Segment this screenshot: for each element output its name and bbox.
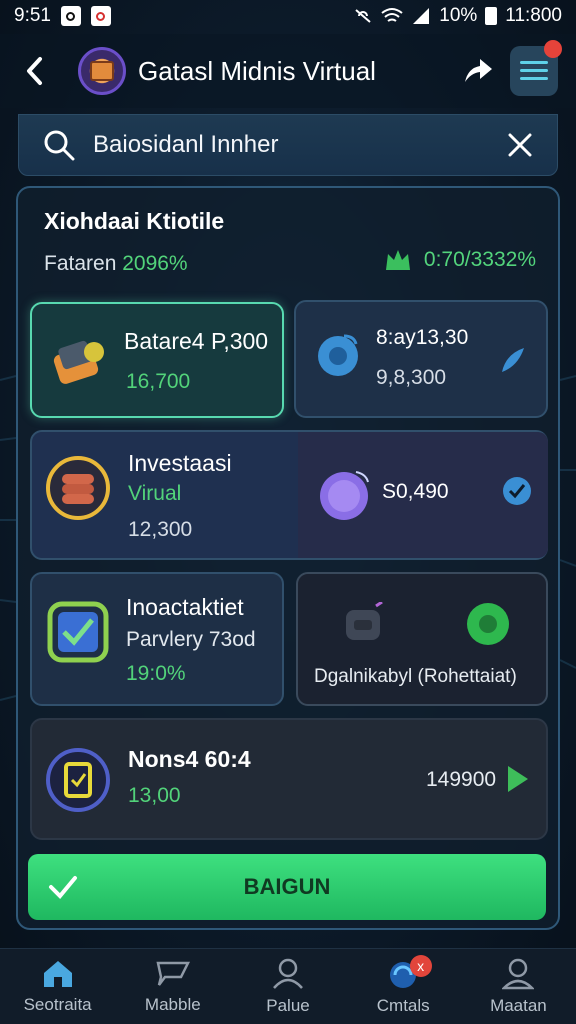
- card-mid-left-value: 12,300: [128, 518, 193, 541]
- search-icon: [44, 130, 75, 161]
- close-icon[interactable]: [507, 132, 533, 158]
- status-clock: 11:800: [505, 5, 562, 26]
- nav-badge: x: [409, 955, 432, 977]
- wallet-icon: [53, 340, 104, 384]
- nav-label-home: Seotraita: [23, 994, 92, 1014]
- panel-title: Xiohdaai Ktiotile: [44, 208, 225, 234]
- gear-badge-icon: [467, 603, 509, 645]
- nav-label-sync: Cmtals: [376, 995, 430, 1015]
- card-row3-right[interactable]: Dgalnikabyl (Rohettaiat): [296, 572, 548, 706]
- panel-subtitle: Fataren 2096%: [44, 252, 188, 276]
- user-icon: [273, 958, 303, 989]
- check-circle-icon: [503, 477, 531, 505]
- play-arrow-icon[interactable]: [506, 764, 530, 794]
- crown-icon: [385, 250, 410, 270]
- menu-button[interactable]: [510, 40, 562, 96]
- wifi-icon: [381, 8, 403, 22]
- app-logo: [78, 47, 126, 95]
- app-header: Gatasl Midnis Virtual: [0, 34, 576, 108]
- bottom-nav: Seotraita Mabble Palue x Cmtals Maatan: [0, 948, 576, 1024]
- search-bar[interactable]: Baiosidanl Innher: [18, 114, 558, 176]
- card-bottom[interactable]: Nons4 60:4 13,00 149900: [30, 718, 548, 840]
- chevron-left-icon: [27, 57, 42, 85]
- signal-icon: [413, 8, 430, 24]
- clipboard-icon: [46, 748, 110, 812]
- checkbox-icon: [47, 601, 109, 663]
- nav-label-profile: Maatan: [490, 995, 547, 1015]
- chat-bubble-icon: [318, 334, 358, 376]
- card-top-right-label: 8:ay13,30: [376, 326, 469, 349]
- panel-subtitle-label: Fataren: [44, 252, 117, 275]
- share-arrow-icon: [465, 59, 492, 82]
- share-button[interactable]: [458, 51, 498, 91]
- nav-label-chat: Mabble: [144, 994, 201, 1014]
- notification-icon: [60, 6, 81, 26]
- menu-badge: [544, 40, 562, 58]
- panel-stat: 0:70/3332%: [384, 248, 536, 272]
- card-row3-left-label: Inoactaktiet: [126, 594, 244, 620]
- nav-item-user[interactable]: Palue: [230, 949, 345, 1024]
- main-panel: Xiohdaai Ktiotile Fataren 2096% 0:70/333…: [16, 186, 560, 930]
- profile-icon: [502, 958, 535, 989]
- card-top-left-value: 16,700: [126, 370, 191, 393]
- robot-icon: [346, 602, 383, 640]
- battery-icon: [485, 7, 498, 25]
- card-top-left[interactable]: Batare4 P,300 16,700: [30, 302, 284, 418]
- card-mid-left-label: Investaasi: [128, 450, 232, 476]
- notification-icon-red: [90, 6, 111, 26]
- card-bottom-label: Nons4 60:4: [128, 746, 251, 772]
- card-mid-right-value: S0,490: [382, 480, 449, 503]
- nav-label-user: Palue: [266, 995, 310, 1015]
- card-top-right-value: 9,8,300: [376, 366, 447, 389]
- coin-stack-icon: [46, 456, 110, 520]
- card-row3-left-sub: Parvlery 73od: [126, 628, 256, 651]
- card-row3-right-label: Dgalnikabyl (Rohettaiat): [314, 666, 517, 687]
- chat-icon: [156, 961, 190, 986]
- search-input[interactable]: Baiosidanl Innher: [93, 131, 507, 159]
- panel-stat-value: 0:70/3332%: [423, 248, 536, 271]
- card-mid-left-sub: Virual: [128, 482, 182, 505]
- card-mid-left[interactable]: Investaasi Virual 12,300 S0,490: [30, 430, 548, 560]
- begin-button[interactable]: BAIGUN: [28, 854, 546, 920]
- orb-icon: [320, 471, 369, 520]
- card-bottom-amount: 149900: [426, 768, 497, 791]
- app-title: Gatasl Midnis Virtual: [138, 55, 376, 86]
- panel-subtitle-value: 2096%: [122, 252, 188, 275]
- nav-item-sync[interactable]: x Cmtals: [346, 949, 461, 1024]
- nav-item-home[interactable]: Seotraita: [0, 949, 115, 1024]
- arrow-link-icon: [502, 348, 524, 372]
- home-icon: [43, 960, 72, 987]
- card-row3-left-value: 19:0%: [126, 662, 186, 685]
- card-bottom-value: 13,00: [128, 784, 181, 807]
- hamburger-icon: [520, 61, 548, 80]
- back-button[interactable]: [18, 54, 52, 88]
- card-top-right[interactable]: 8:ay13,30 9,8,300: [294, 300, 548, 418]
- battery-percent: 10%: [439, 5, 478, 26]
- mute-icon: [355, 9, 371, 23]
- nav-item-profile[interactable]: Maatan: [461, 949, 576, 1024]
- card-top-left-label: Batare4 P,300: [124, 328, 269, 354]
- check-icon: [49, 876, 77, 899]
- card-row3-left[interactable]: Inoactaktiet Parvlery 73od 19:0%: [30, 572, 284, 706]
- nav-item-chat[interactable]: Mabble: [115, 949, 230, 1024]
- begin-button-label: BAIGUN: [243, 874, 331, 899]
- status-time: 9:51: [14, 5, 51, 26]
- status-bar: 9:51 10% 11:800: [0, 0, 576, 32]
